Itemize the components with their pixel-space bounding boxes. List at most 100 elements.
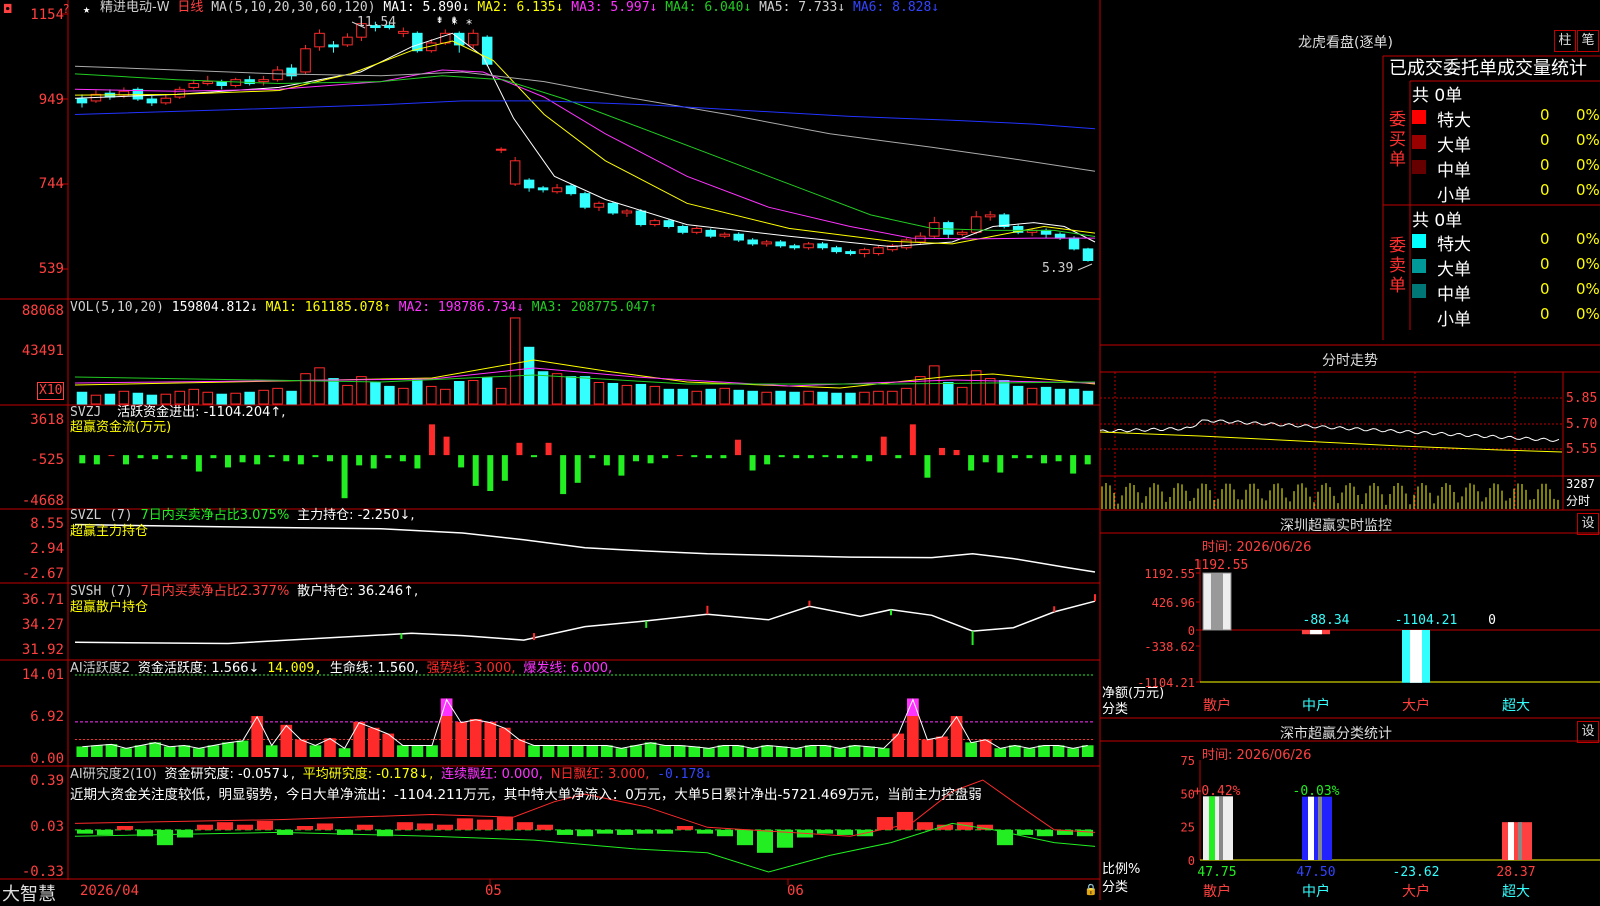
ai1-bar	[353, 721, 365, 757]
monitor-value-label: 1192.55	[1194, 558, 1249, 573]
buy-row-swatch	[1412, 185, 1426, 199]
svzl-ytick: 2.94	[30, 541, 64, 557]
ai1-bar	[615, 748, 628, 757]
ai2-bar	[417, 823, 433, 830]
ai1-bar	[659, 745, 671, 757]
classstat-ytick: 25	[1181, 821, 1195, 835]
volume-bar	[607, 382, 619, 405]
candle-down	[216, 81, 227, 86]
ai2-bar	[597, 829, 613, 834]
volume-bar	[412, 379, 423, 405]
ai1-bar	[1038, 745, 1050, 757]
sell-row-swatch	[1412, 309, 1426, 323]
sell-row-count: 0	[1540, 255, 1550, 273]
svzj-bar	[603, 455, 610, 466]
svsh-main: 散户持仓: 36.246↑,	[297, 584, 419, 599]
classstat-settings-button[interactable]: 设	[1577, 721, 1599, 743]
volume-bar	[593, 381, 605, 405]
candle-up	[761, 241, 772, 245]
candle-down	[523, 179, 535, 189]
ai1-bar	[717, 745, 730, 757]
svsh-line	[74, 600, 1096, 645]
ai1-bar	[295, 739, 307, 757]
volume-bar	[565, 376, 577, 405]
bar-mode-button[interactable]: 柱	[1554, 30, 1576, 52]
ai2-bar	[917, 822, 933, 830]
ai1-bar	[265, 745, 278, 757]
svzj-text: 活跃资金进出: -1104.204↑,	[117, 405, 286, 420]
volume-bar	[831, 392, 842, 405]
svzj-bar	[1055, 455, 1062, 462]
sell-row-pct: 0%	[1576, 305, 1600, 323]
favorite-star-icon[interactable]: ★	[83, 2, 90, 16]
svzj-label: SVZJ	[70, 405, 102, 420]
monitor-settings-button[interactable]: 设	[1577, 513, 1599, 535]
period-label[interactable]: 日线	[177, 0, 203, 15]
ai1-e: 爆发线: 6.000,	[523, 661, 613, 676]
ai2-label: AI研究度2(10)	[70, 767, 157, 782]
volume-legend: VOL(5,10,20) 159804.812↓ MA1: 161185.078…	[70, 300, 657, 316]
monitor-title: 深圳超赢实时监控	[1280, 518, 1392, 534]
candle-up	[495, 148, 507, 151]
buy-row-name: 大单	[1437, 136, 1471, 156]
candle-down	[1040, 229, 1052, 235]
svzj-bar	[851, 455, 858, 459]
candle-up	[342, 36, 353, 46]
ai1-bar	[586, 745, 599, 757]
candle-down	[579, 193, 591, 208]
volume-bar	[929, 365, 940, 405]
classstat-time: 时间: 2026/06/26	[1202, 748, 1312, 763]
ai2-bar	[577, 829, 593, 837]
monitor-time: 时间: 2026/06/26	[1202, 540, 1312, 555]
volume-unit-badge: X10	[37, 382, 65, 400]
volume-bar	[733, 389, 744, 405]
ai1-bar	[222, 742, 234, 757]
svzj-legend: SVZJ 活跃资金进出: -1104.204↑,	[70, 405, 285, 421]
volume-bar	[579, 376, 591, 405]
svzj-bar	[195, 455, 202, 472]
svzj-bar	[895, 455, 902, 459]
app-logo[interactable]: 大智慧	[2, 880, 56, 906]
volume-bar	[621, 384, 633, 405]
ai2-bar	[237, 824, 253, 830]
candle-up	[691, 227, 703, 233]
svzj-bar	[108, 455, 115, 457]
svsh-label: SVSH (7)	[70, 584, 133, 599]
lock-icon[interactable]: 🔒	[1084, 882, 1098, 898]
menu-icon[interactable]: ◘	[4, 2, 11, 16]
monitor-category: 中户	[1302, 697, 1330, 714]
volume-pane	[74, 317, 1096, 405]
svzj-bar	[268, 455, 275, 458]
candle-up	[258, 79, 269, 83]
svzj-bar	[1041, 455, 1047, 464]
candle-down	[845, 251, 856, 255]
svzj-bar	[982, 455, 989, 463]
ai2-bar	[537, 824, 553, 830]
ai1-bar	[178, 745, 191, 757]
candle-up	[621, 210, 633, 214]
event-star-marks[interactable]: * *	[451, 16, 473, 32]
vol-label: VOL(5,10,20)	[70, 300, 164, 315]
volume-bar	[817, 391, 828, 405]
svzj-bar	[807, 455, 814, 459]
volume-bar	[202, 391, 213, 405]
ai1-bar	[1023, 748, 1036, 757]
ma-line-ma4	[74, 73, 1096, 237]
volume-bar	[286, 390, 297, 405]
stock-name[interactable]: 精进电动-W	[100, 0, 170, 15]
monitor-bar-shade	[1410, 630, 1422, 683]
candle-up	[398, 30, 409, 34]
classstat-bar-stripe	[1308, 796, 1314, 860]
high-price-marker: 11.54	[357, 15, 397, 30]
candle-up	[929, 222, 940, 237]
volume-bar	[356, 376, 367, 405]
stat-title: 已成交委托单成交量统计	[1389, 58, 1587, 79]
classstat-value-label: -23.62	[1393, 865, 1440, 880]
svzj-bar	[152, 455, 159, 460]
ai1-bar	[571, 745, 584, 757]
svzj-bar	[254, 455, 261, 465]
pen-mode-button[interactable]: 笔	[1577, 30, 1599, 52]
sell-row-swatch	[1412, 259, 1426, 273]
ai2-bar	[477, 819, 493, 830]
candle-down	[328, 44, 339, 48]
